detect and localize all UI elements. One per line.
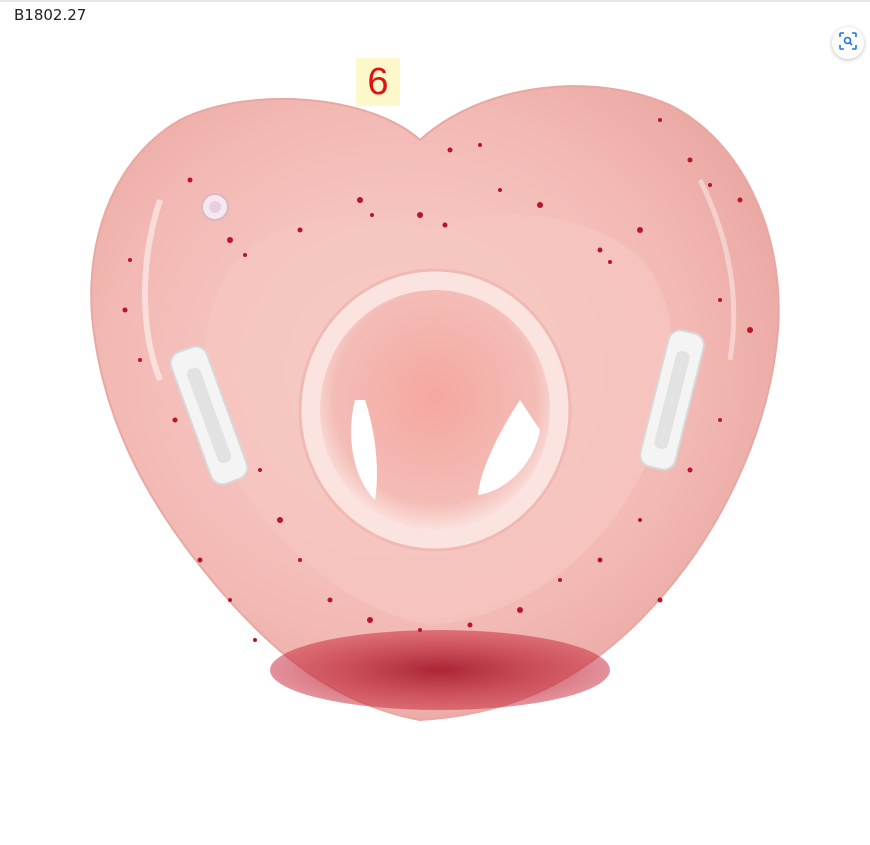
visual-search-button[interactable]: [832, 27, 864, 59]
number-badge: 6: [356, 58, 400, 106]
product-code: B1802.27: [14, 6, 87, 24]
product-photo: [90, 85, 780, 722]
visual-search-icon: [839, 31, 857, 55]
glitter-pile: [270, 630, 610, 710]
